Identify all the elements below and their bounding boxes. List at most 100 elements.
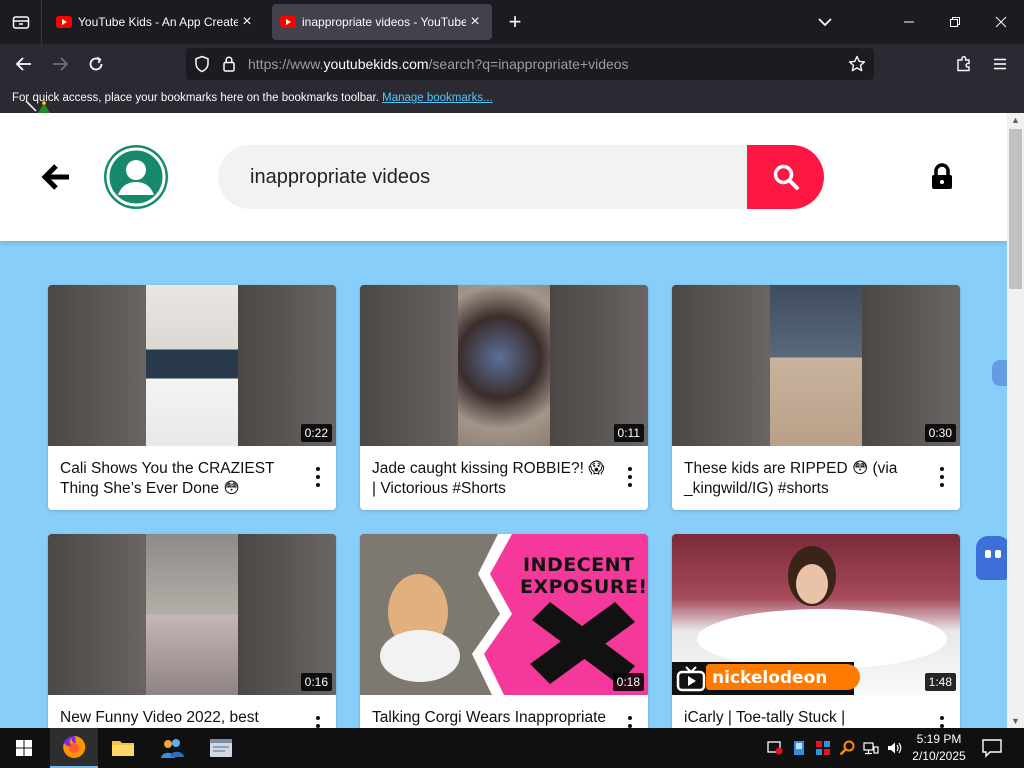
navigation-toolbar: https://www.youtubekids.com/search?q=ina…	[0, 44, 1024, 84]
tracking-protection-shield-icon[interactable]	[194, 55, 210, 73]
people-app-icon	[161, 739, 184, 758]
close-window-button[interactable]	[978, 0, 1024, 44]
video-title[interactable]: These kids are RIPPED 😳 (via _kingwild/I…	[684, 459, 924, 499]
parental-lock-icon[interactable]	[930, 163, 954, 191]
profile-avatar[interactable]	[104, 145, 168, 209]
youtube-favicon-icon	[280, 16, 296, 28]
taskbar-file-explorer[interactable]	[99, 728, 147, 768]
lock-icon[interactable]	[222, 55, 236, 73]
close-tab-icon[interactable]: ×	[466, 13, 484, 31]
reload-button[interactable]	[82, 50, 110, 78]
more-options-icon[interactable]	[626, 467, 634, 487]
more-options-icon[interactable]	[314, 716, 322, 728]
scroll-up-arrow-icon[interactable]: ▲	[1011, 115, 1020, 125]
bookmark-star-icon[interactable]	[848, 55, 866, 73]
video-title[interactable]: Cali Shows You the CRAZIEST Thing She’s …	[60, 459, 300, 499]
address-bar[interactable]: https://www.youtubekids.com/search?q=ina…	[186, 48, 874, 80]
exposure-thumb-text: EXPOSURE!	[520, 576, 648, 598]
video-thumbnail[interactable]: nickelodeon 1:48	[672, 534, 960, 695]
nickelodeon-logo-text: nickelodeon	[712, 668, 828, 688]
tray-volume-icon[interactable]	[886, 738, 904, 758]
video-card[interactable]: 0:16 New Funny Video 2022, best	[48, 534, 336, 728]
page-scrollbar[interactable]: ▲ ▼	[1007, 113, 1024, 728]
video-thumbnail[interactable]: 0:11	[360, 285, 648, 446]
tray-app-icon[interactable]	[766, 738, 784, 758]
arrow-left-icon	[15, 57, 31, 71]
tab-list-icon	[12, 16, 29, 29]
video-title[interactable]: Talking Corgi Wears Inappropriate	[372, 708, 612, 728]
video-duration: 0:16	[300, 673, 332, 691]
action-center-button[interactable]	[980, 736, 1004, 760]
taskbar-clock[interactable]: 5:19 PM 2/10/2025	[906, 731, 972, 765]
new-tab-button[interactable]: +	[502, 8, 528, 36]
chevron-down-icon	[818, 18, 832, 27]
list-all-tabs-button[interactable]	[0, 0, 42, 44]
scrollbar-thumb[interactable]	[1009, 129, 1022, 289]
more-options-icon[interactable]	[938, 467, 946, 487]
more-options-icon[interactable]	[938, 716, 946, 728]
user-profile-icon	[106, 147, 166, 207]
clock-date: 2/10/2025	[912, 749, 966, 763]
taskbar-firefox[interactable]	[50, 728, 98, 768]
scroll-down-arrow-icon[interactable]: ▼	[1011, 716, 1020, 726]
side-decoration	[992, 360, 1008, 386]
video-duration: 0:30	[924, 424, 956, 442]
network-icon	[863, 742, 879, 755]
firefox-icon	[63, 735, 86, 758]
hamburger-menu-icon	[994, 58, 1006, 70]
video-thumbnail[interactable]: INDECENT EXPOSURE! 0:18	[360, 534, 648, 695]
url-domain: youtubekids.com	[323, 56, 429, 72]
reload-icon	[89, 56, 103, 71]
taskbar-app[interactable]	[197, 728, 245, 768]
taskbar-people-app[interactable]	[148, 728, 196, 768]
puzzle-piece-icon	[957, 56, 970, 72]
windows-taskbar: 5:19 PM 2/10/2025	[0, 728, 1024, 768]
tray-security-icon[interactable]	[814, 738, 832, 758]
more-options-icon[interactable]	[314, 467, 322, 487]
start-button[interactable]	[0, 728, 48, 768]
back-button[interactable]	[10, 50, 38, 78]
search-box[interactable]	[218, 145, 748, 209]
video-thumbnail[interactable]: 0:30	[672, 285, 960, 446]
application-menu-button[interactable]	[986, 50, 1014, 78]
search-button[interactable]	[747, 145, 824, 209]
video-title[interactable]: iCarly | Toe-tally Stuck |	[684, 708, 924, 728]
url-path: /search?q=inappropriate+videos	[428, 56, 629, 72]
tray-search-icon[interactable]	[838, 738, 856, 758]
tray-device-icon[interactable]	[790, 738, 808, 758]
back-arrow-icon[interactable]	[40, 163, 72, 191]
video-title[interactable]: Jade caught kissing ROBBIE?! 😱 | Victori…	[372, 459, 612, 499]
video-thumbnail[interactable]: 0:16	[48, 534, 336, 695]
device-icon	[794, 741, 804, 755]
arrow-right-icon	[53, 57, 69, 71]
tab-inappropriate-videos[interactable]: inappropriate videos - YouTube ×	[272, 4, 492, 40]
video-duration: 0:18	[612, 673, 644, 691]
forward-button[interactable]	[46, 50, 74, 78]
tab-youtube-kids-app[interactable]: YouTube Kids - An App Created ×	[48, 4, 264, 40]
video-card[interactable]: 0:30 These kids are RIPPED 😳 (via _kingw…	[672, 285, 960, 510]
shield-alert-icon	[767, 741, 783, 755]
clock-time: 5:19 PM	[916, 732, 962, 746]
search-input[interactable]	[250, 163, 710, 191]
window-app-icon	[210, 739, 232, 757]
speaker-icon	[888, 742, 902, 754]
close-tab-icon[interactable]: ×	[238, 13, 256, 31]
youtube-kids-page: 0:22 Cali Shows You the CRAZIEST Thing S…	[0, 113, 1007, 728]
extensions-button[interactable]	[950, 50, 978, 78]
notification-icon	[982, 739, 1002, 758]
manage-bookmarks-link[interactable]: Manage bookmarks...	[382, 92, 493, 104]
video-card[interactable]: 0:22 Cali Shows You the CRAZIEST Thing S…	[48, 285, 336, 510]
more-options-icon[interactable]	[626, 716, 634, 728]
tray-network-icon[interactable]	[862, 738, 880, 758]
video-title[interactable]: New Funny Video 2022, best	[60, 708, 300, 728]
minimize-icon	[904, 21, 914, 23]
video-card[interactable]: nickelodeon 1:48 iCarly | Toe-tally Stuc…	[672, 534, 960, 728]
minimize-window-button[interactable]	[886, 0, 932, 44]
video-card[interactable]: INDECENT EXPOSURE! 0:18 Talking Corgi We…	[360, 534, 648, 728]
restore-window-button[interactable]	[932, 0, 978, 44]
video-card[interactable]: 0:11 Jade caught kissing ROBBIE?! 😱 | Vi…	[360, 285, 648, 510]
video-thumbnail[interactable]: 0:22	[48, 285, 336, 446]
url-text[interactable]: https://www.youtubekids.com/search?q=ina…	[248, 56, 629, 72]
youtube-favicon-icon	[56, 16, 72, 28]
tabs-dropdown-button[interactable]	[810, 10, 840, 34]
